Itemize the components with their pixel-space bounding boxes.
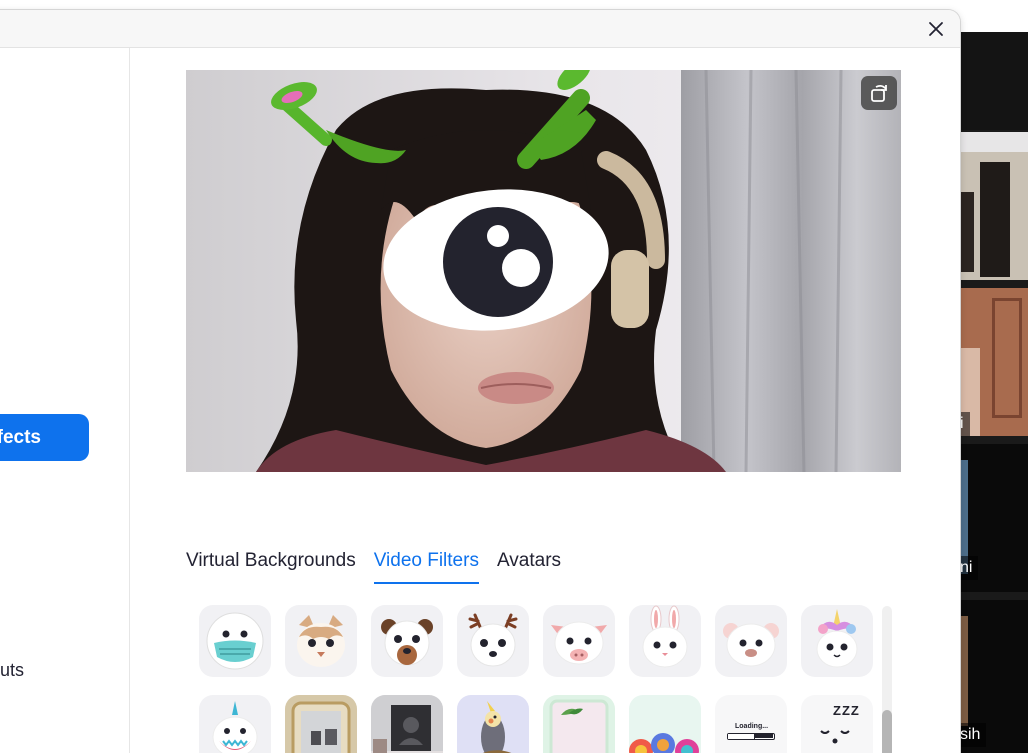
video-filter-grid: Loading... ZZZ <box>199 605 879 753</box>
lollipop-filter[interactable] <box>629 695 701 753</box>
participant-name: i <box>960 412 970 436</box>
filter-scrollbar-thumb[interactable] <box>882 710 892 753</box>
gallery-tile[interactable]: i <box>960 288 1028 436</box>
loading-label: Loading... <box>735 723 769 730</box>
gallery-tile[interactable]: ni <box>960 444 1028 592</box>
green-frame-filter[interactable] <box>543 695 615 753</box>
video-preview <box>186 70 901 472</box>
sheep-face-filter[interactable] <box>715 605 787 677</box>
gallery-tile[interactable] <box>960 32 1028 130</box>
sidebar-item-background-effects[interactable]: ffects <box>0 414 89 461</box>
unicorn-face-filter[interactable] <box>801 605 873 677</box>
close-icon <box>929 22 943 36</box>
medical-mask-filter[interactable] <box>199 605 271 677</box>
tab-video-filters[interactable]: Video Filters <box>373 550 479 584</box>
pig-face-filter[interactable] <box>543 605 615 677</box>
rotate-camera-icon <box>871 84 887 102</box>
deer-face-filter[interactable] <box>457 605 529 677</box>
tab-avatars[interactable]: Avatars <box>497 550 561 584</box>
portrait-frame-filter[interactable] <box>371 695 443 753</box>
settings-dialog: ffects uts <box>0 10 960 753</box>
sidebar-item-shortcuts[interactable]: uts <box>0 660 120 681</box>
rotate-camera-button[interactable] <box>861 76 897 110</box>
effects-tabs: Virtual Backgrounds Video Filters Avatar… <box>186 550 561 584</box>
mirror-frame-filter[interactable] <box>285 695 357 753</box>
participant-name: sih <box>960 723 987 747</box>
camera-feed-image <box>186 70 901 472</box>
cat-face-filter[interactable] <box>285 605 357 677</box>
filter-scrollbar[interactable] <box>882 606 892 753</box>
close-button[interactable] <box>925 18 947 40</box>
cockatiel-filter[interactable] <box>457 695 529 753</box>
dialog-titlebar <box>0 10 960 48</box>
bear-face-filter[interactable] <box>371 605 443 677</box>
shark-unicorn-filter[interactable] <box>199 695 271 753</box>
meeting-gallery: i ni sih <box>960 32 1028 753</box>
gallery-tile[interactable]: sih <box>960 600 1028 753</box>
bunny-face-filter[interactable] <box>629 605 701 677</box>
participant-name: ni <box>960 556 979 580</box>
loading-bar-filter[interactable]: Loading... <box>715 695 787 753</box>
sidebar-item-label: uts <box>0 660 25 680</box>
settings-sidebar: ffects uts <box>0 48 130 753</box>
sleepy-face-filter[interactable]: ZZZ <box>801 695 873 753</box>
tab-virtual-backgrounds[interactable]: Virtual Backgrounds <box>186 550 356 584</box>
sidebar-item-label: ffects <box>0 426 41 448</box>
gallery-tile[interactable] <box>960 132 1028 280</box>
